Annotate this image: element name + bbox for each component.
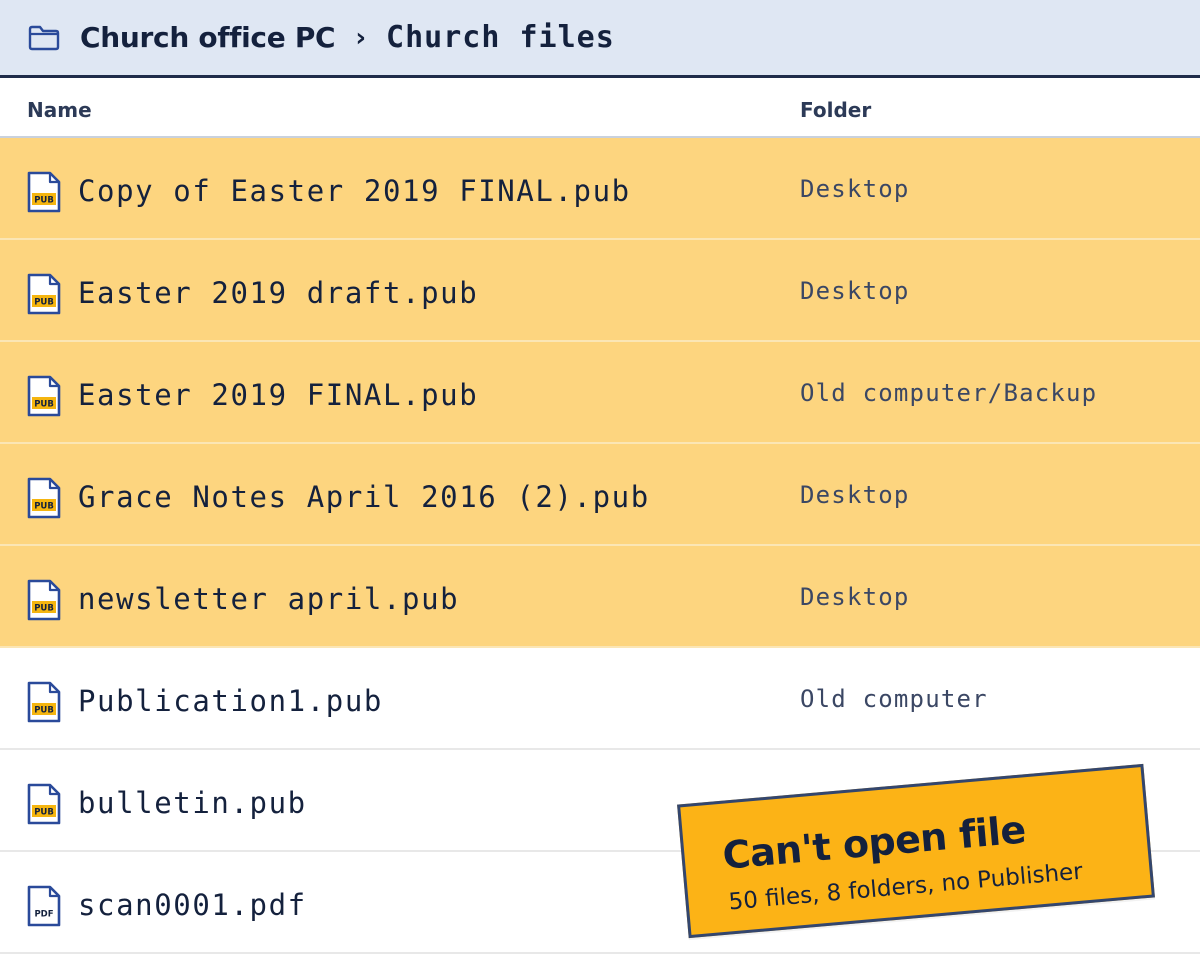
file-row[interactable]: PUB Easter 2019 draft.pub Desktop [0,240,1200,342]
column-name-header[interactable]: Name [27,98,92,122]
file-folder: Desktop [800,481,910,509]
file-name[interactable]: Copy of Easter 2019 FINAL.pub [78,174,631,208]
svg-text:PUB: PUB [34,604,54,614]
file-name[interactable]: Grace Notes April 2016 (2).pub [78,480,650,514]
breadcrumb-separator: › [355,22,367,53]
file-name[interactable]: newsletter april.pub [78,582,459,616]
file-folder: Desktop [800,277,910,305]
pub-file-icon: PUB [26,477,62,519]
pub-file-icon: PUB [26,783,62,825]
title-bar: Church office PC › Church files [0,0,1200,78]
svg-text:PUB: PUB [34,706,54,716]
file-folder: Old computer/Backup [800,379,1098,407]
pub-file-icon: PUB [26,273,62,315]
breadcrumb-root[interactable]: Church office PC [80,21,336,54]
file-folder: Desktop [800,175,910,203]
svg-text:PUB: PUB [34,808,54,818]
column-header: Name Folder [0,81,1200,138]
pub-file-icon: PUB [26,579,62,621]
pdf-file-icon: PDF [26,885,62,927]
svg-text:PUB: PUB [34,196,54,206]
svg-text:PUB: PUB [34,502,54,512]
column-folder-header[interactable]: Folder [800,98,871,122]
breadcrumb-current[interactable]: Church files [386,20,615,55]
file-row[interactable]: PUB newsletter april.pub Desktop [0,546,1200,648]
folder-icon [28,25,60,51]
svg-text:PUB: PUB [34,298,54,308]
file-folder: Old computer [800,685,988,713]
pub-file-icon: PUB [26,681,62,723]
file-folder: Desktop [800,583,910,611]
file-name[interactable]: scan0001.pdf [78,888,307,922]
file-name[interactable]: bulletin.pub [78,786,307,820]
svg-text:PUB: PUB [34,400,54,410]
file-row[interactable]: PUB Grace Notes April 2016 (2).pub Desktop [0,444,1200,546]
file-row[interactable]: PUB Publication1.pub Old computer [0,648,1200,750]
pub-file-icon: PUB [26,375,62,417]
svg-text:PDF: PDF [34,910,53,920]
pub-file-icon: PUB [26,171,62,213]
file-row[interactable]: PUB Copy of Easter 2019 FINAL.pub Desktop [0,138,1200,240]
file-row[interactable]: PUB Easter 2019 FINAL.pub Old computer/Bac… [0,342,1200,444]
file-name[interactable]: Publication1.pub [78,684,383,718]
file-name[interactable]: Easter 2019 draft.pub [78,276,478,310]
file-name[interactable]: Easter 2019 FINAL.pub [78,378,478,412]
